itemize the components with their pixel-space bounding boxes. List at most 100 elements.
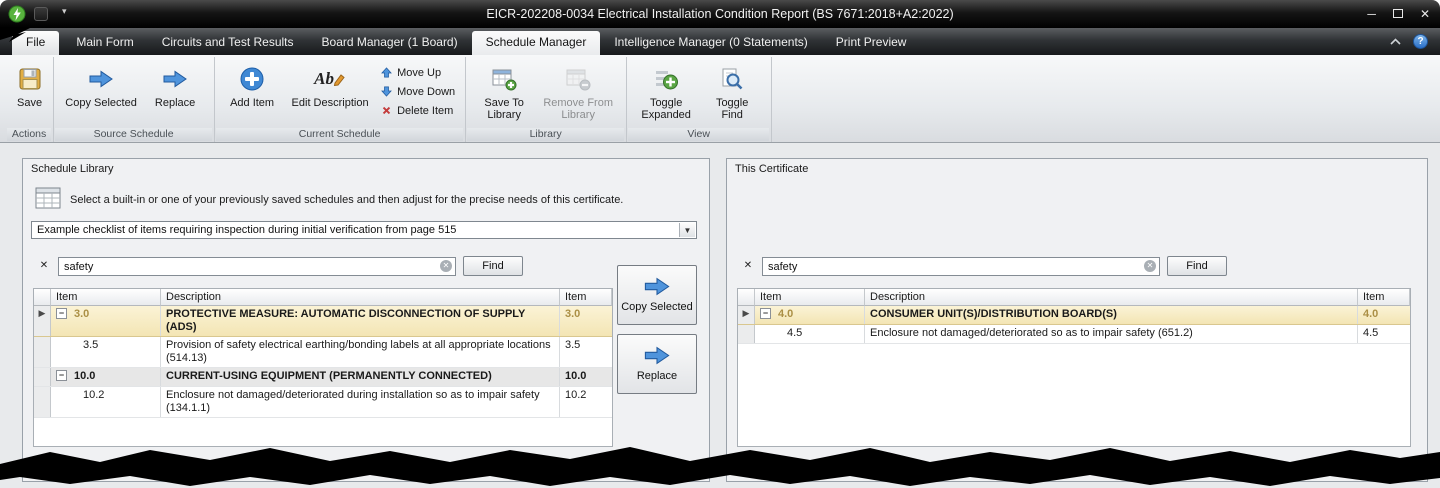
close-search-icon[interactable]: ✕: [741, 259, 755, 273]
remove-from-library-icon: [565, 62, 591, 96]
save-to-library-button[interactable]: Save To Library: [472, 59, 536, 121]
replace-button[interactable]: Replace: [142, 59, 208, 109]
toggle-find-icon: [720, 62, 744, 96]
toggle-expanded-button[interactable]: Toggle Expanded: [633, 59, 699, 121]
library-grid: Item Description Item ▶ −3.0 PROTECTIVE …: [33, 288, 613, 447]
item-number-right: 10.2: [565, 389, 587, 401]
column-header-item[interactable]: Item: [51, 289, 161, 306]
item-number: 10.0: [74, 370, 96, 382]
save-to-library-icon: [491, 62, 517, 96]
item-description: CURRENT-USING EQUIPMENT (PERMANENTLY CON…: [161, 368, 560, 386]
collapse-icon[interactable]: −: [56, 370, 67, 381]
group-label-source-schedule: Source Schedule: [55, 128, 213, 141]
move-up-icon: [381, 67, 392, 78]
item-description: CONSUMER UNIT(S)/DISTRIBUTION BOARD(S): [865, 306, 1358, 324]
ribbon-group-view: Toggle Expanded Toggle Find View: [627, 57, 773, 142]
schedule-library-intro-text: Select a built-in or one of your previou…: [70, 193, 624, 206]
delete-item-button[interactable]: Delete Item: [381, 103, 455, 118]
column-header-description[interactable]: Description: [161, 289, 560, 306]
group-label-actions: Actions: [7, 128, 52, 141]
column-header-item[interactable]: Item: [755, 289, 865, 306]
certificate-search-input[interactable]: [762, 257, 1160, 276]
copy-selected-transfer-button[interactable]: Copy Selected: [617, 265, 697, 325]
schedule-select-dropdown[interactable]: Example checklist of items requiring ins…: [31, 221, 697, 239]
item-number: 3.5: [51, 337, 161, 367]
schedule-select-value: Example checklist of items requiring ins…: [37, 224, 457, 236]
table-row-group[interactable]: −10.0 CURRENT-USING EQUIPMENT (PERMANENT…: [34, 368, 612, 387]
row-indicator: [34, 337, 51, 367]
close-search-icon[interactable]: ✕: [37, 259, 51, 273]
copy-selected-arrow-icon: [88, 62, 114, 96]
move-up-button[interactable]: Move Up: [381, 65, 455, 80]
window-title: EICR-202208-0034 Electrical Installation…: [486, 7, 954, 21]
column-header-item2[interactable]: Item: [1358, 289, 1410, 306]
tab-board-manager[interactable]: Board Manager (1 Board): [308, 31, 472, 55]
add-item-icon: [239, 62, 265, 96]
save-button[interactable]: Save: [12, 59, 47, 109]
row-pointer-icon: ▶: [38, 308, 46, 318]
table-row[interactable]: 4.5 Enclosure not damaged/deteriorated s…: [738, 325, 1410, 344]
column-header-item2[interactable]: Item: [560, 289, 612, 306]
column-header-description[interactable]: Description: [865, 289, 1358, 306]
clear-search-icon[interactable]: ✕: [1144, 260, 1156, 272]
tab-circuits-and-test-results[interactable]: Circuits and Test Results: [148, 31, 308, 55]
certificate-find-button[interactable]: Find: [1167, 256, 1227, 276]
certificate-grid: Item Description Item ▶ −4.0 CONSUMER UN…: [737, 288, 1411, 447]
table-row-group[interactable]: ▶ −3.0 PROTECTIVE MEASURE: AUTOMATIC DIS…: [34, 306, 612, 337]
close-button[interactable]: ✕: [1420, 7, 1430, 21]
tab-schedule-manager[interactable]: Schedule Manager: [471, 31, 601, 55]
toggle-find-button[interactable]: Toggle Find: [699, 59, 765, 121]
schedule-table-icon: [35, 187, 61, 212]
copy-selected-arrow-icon: [644, 277, 670, 296]
table-row[interactable]: 3.5 Provision of safety electrical earth…: [34, 337, 612, 368]
item-description: PROTECTIVE MEASURE: AUTOMATIC DISCONNECT…: [161, 306, 560, 336]
minimize-button[interactable]: ─: [1367, 7, 1376, 21]
ribbon-group-actions: Save Actions: [6, 57, 55, 142]
schedule-library-panel: Schedule Library Select a built-in or on…: [22, 158, 710, 482]
collapse-icon[interactable]: −: [56, 308, 67, 319]
tab-intelligence-manager[interactable]: Intelligence Manager (0 Statements): [600, 31, 821, 55]
group-label-current-schedule: Current Schedule: [216, 128, 464, 141]
replace-transfer-button[interactable]: Replace: [617, 334, 697, 394]
this-certificate-panel: This Certificate ✕ ✕ Find Item Descripti…: [726, 158, 1428, 482]
item-number-right: 10.0: [565, 370, 587, 382]
certificate-grid-header: Item Description Item: [738, 289, 1410, 306]
replace-arrow-icon: [644, 346, 670, 365]
library-search-input[interactable]: [58, 257, 456, 276]
edit-description-button[interactable]: Ab Edit Description: [283, 59, 377, 109]
tab-file[interactable]: File: [12, 31, 60, 55]
help-icon[interactable]: ?: [1413, 34, 1428, 49]
maximize-button[interactable]: [1392, 7, 1403, 21]
row-pointer-icon: ▶: [742, 308, 750, 318]
app-window: ▾ EICR-202208-0034 Electrical Installati…: [0, 0, 1440, 488]
move-down-icon: [381, 86, 392, 97]
table-row-group[interactable]: ▶ −4.0 CONSUMER UNIT(S)/DISTRIBUTION BOA…: [738, 306, 1410, 325]
group-label-library: Library: [467, 128, 625, 141]
schedule-library-title: Schedule Library: [31, 163, 114, 175]
this-certificate-title: This Certificate: [735, 163, 809, 175]
collapse-icon[interactable]: −: [760, 308, 771, 319]
item-description: Enclosure not damaged/deteriorated durin…: [161, 387, 560, 417]
tab-main-form[interactable]: Main Form: [62, 31, 147, 55]
clear-search-icon[interactable]: ✕: [440, 260, 452, 272]
remove-from-library-button[interactable]: Remove From Library: [536, 59, 620, 121]
dropdown-arrow-icon[interactable]: ▼: [679, 223, 695, 237]
tab-print-preview[interactable]: Print Preview: [822, 31, 921, 55]
add-item-button[interactable]: Add Item: [221, 59, 283, 109]
row-indicator: ▶: [34, 306, 51, 336]
table-row[interactable]: 10.2 Enclosure not damaged/deteriorated …: [34, 387, 612, 418]
row-indicator: [738, 325, 755, 343]
collapse-ribbon-icon[interactable]: [1390, 33, 1401, 51]
replace-arrow-icon: [162, 62, 188, 96]
save-icon: [18, 62, 42, 96]
item-description: Enclosure not damaged/deteriorated so as…: [865, 325, 1358, 343]
item-number-right: 4.5: [1363, 327, 1379, 339]
move-down-button[interactable]: Move Down: [381, 84, 455, 99]
ribbon-group-source-schedule: Copy Selected Replace Source Schedule: [54, 57, 216, 142]
row-indicator: ▶: [738, 306, 755, 324]
toggle-expanded-icon: [654, 62, 679, 96]
library-find-button[interactable]: Find: [463, 256, 523, 276]
item-number-right: 3.5: [565, 339, 581, 351]
copy-selected-button[interactable]: Copy Selected: [60, 59, 142, 109]
row-indicator: [34, 387, 51, 417]
